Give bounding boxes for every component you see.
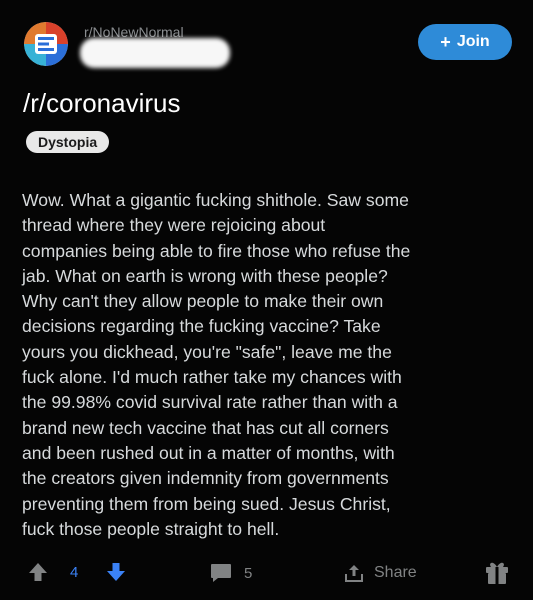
downvote-button[interactable] (106, 562, 126, 582)
join-button-label: Join (456, 33, 490, 50)
subreddit-avatar[interactable] (24, 22, 68, 66)
share-button[interactable]: Share (344, 562, 417, 584)
post-body: Wow. What a gigantic fucking shithole. S… (22, 190, 411, 539)
subreddit-logo-icon (24, 22, 68, 66)
gift-award-icon (486, 562, 508, 584)
award-button[interactable] (484, 559, 510, 585)
comments-button[interactable]: 5 (210, 562, 252, 584)
post-flair[interactable]: Dystopia (26, 131, 110, 153)
post-action-bar: 4 5 Share (0, 556, 533, 590)
share-label: Share (374, 564, 417, 581)
comment-bubble-icon (211, 564, 231, 582)
plus-icon: + (440, 32, 451, 52)
upvote-arrow-icon (29, 563, 47, 581)
post-card: r/NoNewNormal h + Join /r/coronavirus Dy… (0, 0, 533, 600)
comment-count: 5 (244, 564, 253, 582)
upvote-button[interactable] (28, 562, 48, 582)
post-header: r/NoNewNormal h + Join (24, 20, 514, 70)
share-upload-icon (345, 565, 363, 582)
vote-count: 4 (70, 564, 79, 581)
redaction-overlay (80, 38, 230, 68)
join-button[interactable]: + Join (418, 24, 512, 60)
downvote-arrow-icon (107, 563, 125, 581)
post-title: /r/coronavirus (23, 88, 181, 118)
